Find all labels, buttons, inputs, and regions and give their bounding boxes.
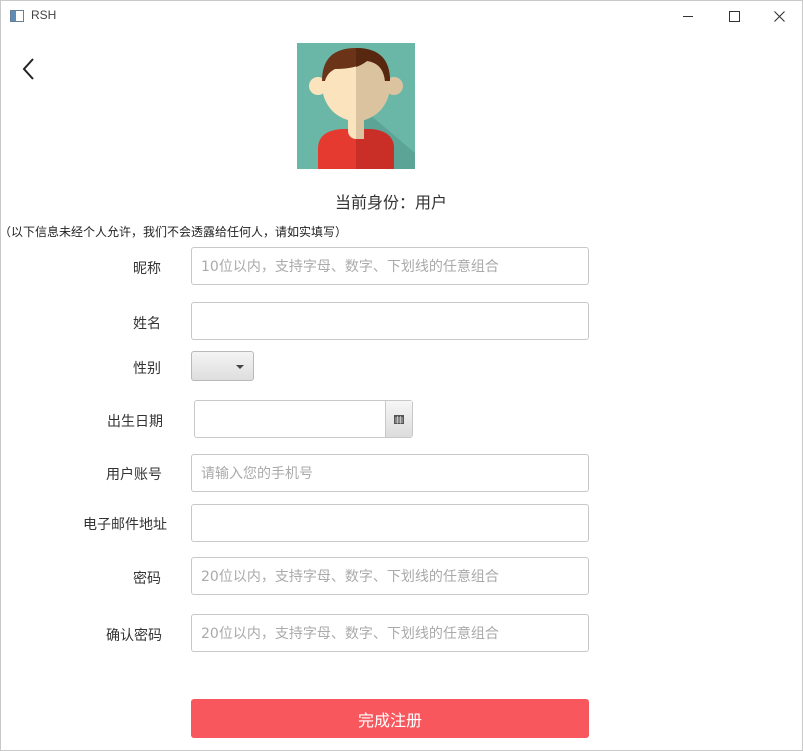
email-input[interactable] (191, 504, 589, 542)
close-button[interactable] (756, 1, 802, 31)
email-label: 电子邮件地址 (83, 517, 167, 533)
account-input[interactable]: 请输入您的手机号 (191, 454, 589, 492)
close-icon (773, 10, 785, 22)
birthdate-label: 出生日期 (107, 414, 163, 430)
back-button[interactable] (15, 55, 45, 85)
name-input[interactable] (191, 302, 589, 340)
name-label: 姓名 (133, 316, 161, 332)
gender-select[interactable] (191, 351, 254, 381)
app-window: RSH 当前身份：用户 （以下信息未经个人允许，我们不会透露给任何人，请如实填写… (0, 0, 803, 751)
window-title: RSH (31, 8, 57, 22)
password-input[interactable]: 20位以内，支持字母、数字、下划线的任意组合 (191, 557, 589, 595)
maximize-button[interactable] (711, 1, 757, 31)
maximize-icon (728, 10, 740, 22)
confirm-password-label: 确认密码 (106, 628, 162, 644)
title-bar: RSH (1, 1, 802, 31)
birthdate-picker[interactable] (194, 400, 413, 438)
app-icon (10, 10, 24, 22)
gender-label: 性别 (133, 361, 161, 377)
privacy-notice: （以下信息未经个人允许，我们不会透露给任何人，请如实填写） (0, 225, 348, 239)
avatar[interactable] (297, 43, 415, 169)
account-label: 用户账号 (106, 467, 162, 483)
confirm-password-input[interactable]: 20位以内，支持字母、数字、下划线的任意组合 (191, 614, 589, 652)
nickname-input[interactable]: 10位以内，支持字母、数字、下划线的任意组合 (191, 247, 589, 285)
submit-register-button[interactable]: 完成注册 (191, 699, 589, 738)
identity-label: 当前身份：用户 (334, 193, 447, 212)
calendar-icon (394, 414, 404, 424)
minimize-icon (683, 15, 693, 17)
chevron-left-icon (22, 58, 34, 80)
minimize-button[interactable] (665, 1, 711, 31)
calendar-button[interactable] (385, 401, 412, 437)
user-avatar-icon (309, 48, 415, 169)
nickname-label: 昵称 (133, 261, 161, 277)
password-label: 密码 (133, 571, 161, 587)
caret-down-icon (236, 365, 244, 369)
